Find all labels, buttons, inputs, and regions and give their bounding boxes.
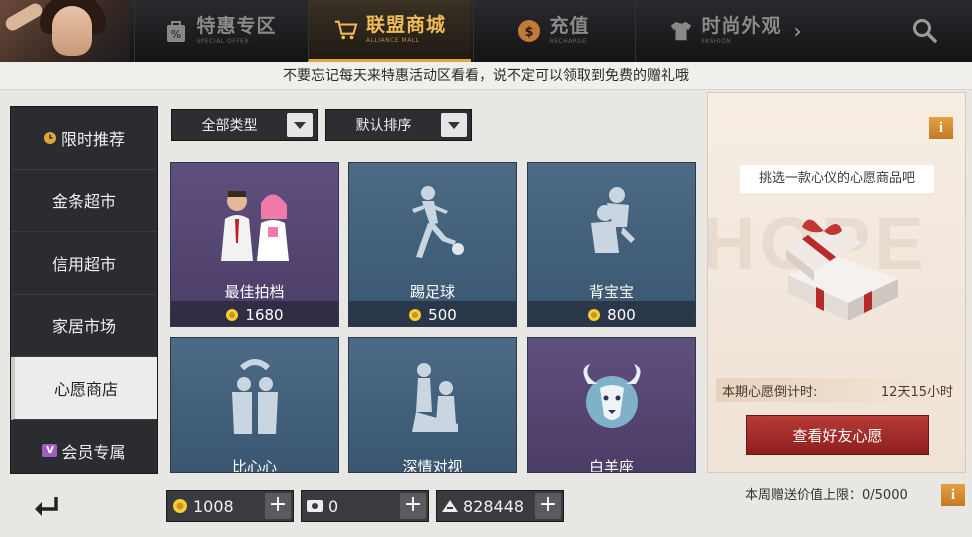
add-ticket-button[interactable]: +: [400, 493, 426, 519]
countdown-value: 12天15小时: [880, 384, 953, 400]
wish-hint: 挑选一款心仪的心愿商品吧: [740, 165, 934, 193]
weekly-info-button[interactable]: i: [941, 484, 965, 506]
tab-recharge[interactable]: $ 充值 RECHARGE: [473, 0, 633, 62]
couple-figures-icon: [171, 163, 338, 283]
currency-gold: 1008 +: [166, 490, 294, 522]
sidebar-item-label: 金条超市: [51, 192, 116, 212]
gold-coin-icon: [409, 308, 422, 321]
countdown-label: 本期心愿倒计时:: [722, 384, 818, 400]
item-card-best-partner[interactable]: 最佳拍档 1680: [170, 162, 339, 327]
item-card-piggyback[interactable]: 背宝宝 800: [527, 162, 696, 327]
tab-alliance-mall[interactable]: 联盟商城 ALLIANCE MALL: [308, 0, 471, 62]
add-gold-button[interactable]: +: [265, 493, 291, 519]
shirt-icon: [669, 19, 693, 43]
piggyback-icon: [528, 163, 695, 283]
type-filter-dropdown[interactable]: 全部类型: [171, 109, 318, 141]
top-bar: % 特惠专区 SPECIAL OFFER 联盟商城 ALLIANCE MALL …: [0, 0, 972, 62]
price-row: 800: [528, 301, 695, 326]
shopping-cart-icon: [334, 18, 358, 42]
vip-icon: V: [42, 444, 58, 458]
gold-coin-icon: [167, 498, 193, 514]
tab-fashion[interactable]: 时尚外观 FASHION ›: [635, 0, 835, 62]
sidebar-item-label: 信用超市: [51, 254, 116, 274]
gold-coin-icon: [588, 308, 601, 321]
avatar[interactable]: [0, 0, 130, 62]
notice-banner: 不要忘记每天来特惠活动区看看，说不定可以领取到免费的赠礼哦: [0, 62, 972, 90]
wish-countdown: 本期心愿倒计时: 12天15小时: [716, 378, 959, 402]
clock-icon: [43, 131, 56, 144]
weekly-gift-limit: 本周赠送价值上限：0/5000: [745, 488, 908, 503]
svg-text:$: $: [525, 25, 534, 40]
chevron-down-icon: [441, 113, 467, 137]
add-credit-button[interactable]: +: [535, 493, 561, 519]
price-row: 1680: [171, 301, 338, 326]
item-card-aries[interactable]: 白羊座: [527, 337, 696, 473]
category-sidebar: 限时推荐 金条超市 信用超市 家居市场 心愿商店 V 会员专属: [10, 106, 158, 474]
search-button[interactable]: [908, 14, 942, 48]
sidebar-item-home-market[interactable]: 家居市场: [11, 295, 157, 357]
price-row: 500: [349, 301, 516, 326]
kick-ball-icon: [349, 163, 516, 283]
sidebar-item-label: 家居市场: [51, 317, 116, 337]
tab-special-offer[interactable]: % 特惠专区 SPECIAL OFFER: [134, 0, 306, 62]
gift-box-icon: [778, 213, 908, 323]
sidebar-item-label: 限时推荐: [60, 129, 125, 149]
sidebar-item-credit-market[interactable]: 信用超市: [11, 232, 157, 295]
sort-dropdown[interactable]: 默认排序: [325, 109, 472, 141]
credit-icon: [437, 499, 463, 513]
heart-pose-icon: [171, 338, 338, 458]
wish-panel: HOPE i 挑选一款心仪的心愿商品吧 本期心愿倒计时: 12天15小时 查看好…: [707, 92, 966, 473]
gold-coin-icon: [226, 308, 239, 321]
back-arrow-icon: [35, 497, 58, 516]
currency-credit: 828448 +: [436, 490, 564, 522]
item-card-heart-pose[interactable]: 比心心: [170, 337, 339, 473]
sidebar-item-vip[interactable]: V 会员专属: [11, 420, 157, 483]
gaze-pose-icon: [349, 338, 516, 458]
item-card-gaze-pose[interactable]: 深情对视: [348, 337, 517, 473]
sidebar-item-limited-time[interactable]: 限时推荐: [11, 107, 157, 170]
view-friend-wish-button[interactable]: 查看好友心愿: [746, 415, 929, 455]
sidebar-item-label: 心愿商店: [53, 379, 118, 399]
search-icon: [913, 19, 937, 43]
sidebar-item-label: 会员专属: [61, 442, 126, 462]
chevron-right-icon[interactable]: ›: [794, 19, 802, 43]
sidebar-item-gold-market[interactable]: 金条超市: [11, 170, 157, 232]
svg-text:%: %: [171, 28, 181, 41]
ticket-icon: [302, 499, 328, 513]
info-button[interactable]: i: [929, 117, 953, 139]
currency-ticket: 0 +: [301, 490, 429, 522]
percent-bag-icon: %: [164, 19, 188, 43]
sidebar-item-wish-store[interactable]: 心愿商店: [11, 357, 157, 420]
chevron-down-icon: [287, 113, 313, 137]
item-card-kick-ball[interactable]: 踢足球 500: [348, 162, 517, 327]
coin-icon: $: [517, 19, 541, 43]
aries-icon: [528, 338, 695, 458]
back-button[interactable]: [28, 492, 64, 520]
